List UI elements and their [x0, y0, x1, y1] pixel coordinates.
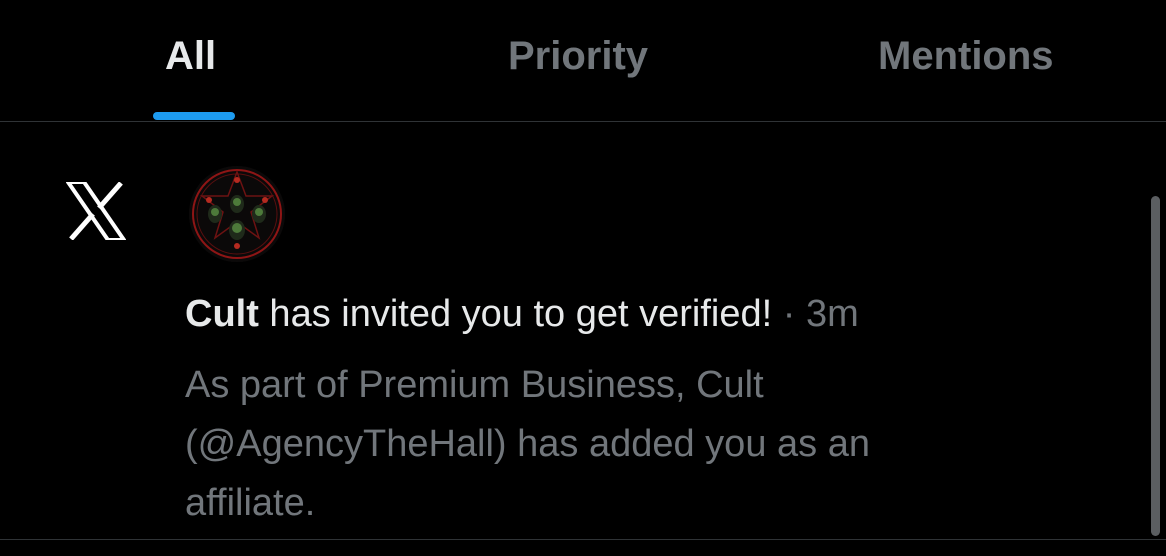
- notification-time: 3m: [805, 293, 859, 335]
- x-logo-icon: [64, 180, 128, 242]
- tab-all-label: All: [165, 34, 217, 78]
- notification-item[interactable]: Cult has invited you to get verified! · …: [0, 122, 1166, 540]
- avatar[interactable]: [189, 166, 285, 262]
- notification-body: As part of Premium Business, Cult (@Agen…: [185, 356, 1025, 533]
- tab-all[interactable]: All: [110, 0, 280, 121]
- tab-mentions-label: Mentions: [878, 34, 1054, 78]
- active-tab-indicator: [153, 112, 235, 120]
- cult-avatar-icon: [189, 166, 285, 262]
- notification-message: has invited you to get verified!: [258, 293, 773, 335]
- notification-body-line: affiliate.: [185, 482, 316, 524]
- tab-priority[interactable]: Priority: [440, 0, 730, 121]
- scrollbar[interactable]: [1151, 196, 1160, 536]
- notification-separator: ·: [772, 293, 806, 335]
- notification-actor[interactable]: Cult: [185, 293, 259, 335]
- notification-title: Cult has invited you to get verified! · …: [185, 290, 859, 338]
- notification-body-line: (@AgencyTheHall) has added you as an: [185, 423, 870, 465]
- tab-priority-label: Priority: [508, 34, 649, 78]
- notification-tabs: All Priority Mentions: [0, 0, 1166, 122]
- tab-mentions[interactable]: Mentions: [830, 0, 1130, 121]
- notification-body-line: As part of Premium Business, Cult: [185, 364, 764, 406]
